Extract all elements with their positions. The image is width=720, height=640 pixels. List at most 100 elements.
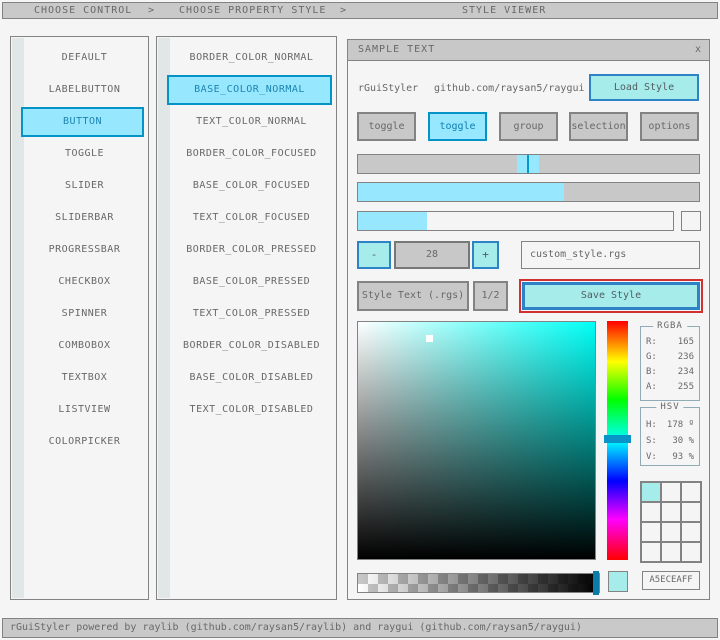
properties-list-scrollbar[interactable] <box>158 38 170 598</box>
color-grid-cell[interactable] <box>642 523 660 541</box>
rgba-g-value: 236 <box>678 350 694 365</box>
hsv-h-value: 178 º <box>667 417 694 433</box>
list-item-border-color-normal[interactable]: BORDER_COLOR_NORMAL <box>170 42 333 74</box>
toggle-button-2-active[interactable]: toggle <box>428 112 487 141</box>
list-item-base-color-pressed[interactable]: BASE_COLOR_PRESSED <box>170 266 333 298</box>
rgba-r-label: R: <box>646 335 657 350</box>
list-item-default[interactable]: DEFAULT <box>24 42 145 74</box>
color-grid-cell-filled[interactable] <box>642 483 660 501</box>
breadcrumb-choose-property-style: CHOOSE PROPERTY STYLE <box>179 3 326 18</box>
color-grid-cell[interactable] <box>682 503 700 521</box>
chevron-right-icon: > <box>340 3 347 18</box>
spinner-minus-button[interactable]: - <box>357 241 391 269</box>
color-grid-cell[interactable] <box>662 523 680 541</box>
progressbar-fill <box>358 212 427 230</box>
list-item-progressbar[interactable]: PROGRESSBAR <box>24 234 145 266</box>
selected-color-swatch <box>608 571 628 592</box>
hsv-title: HSV <box>656 402 683 412</box>
rgba-r-value: 165 <box>678 335 694 350</box>
filename-input[interactable]: custom_style.rgs <box>521 241 700 269</box>
hex-color-input[interactable]: A5ECEAFF <box>642 571 700 590</box>
color-grid-cell[interactable] <box>642 543 660 561</box>
status-bar: rGuiStyler powered by raylib (github.com… <box>2 618 718 638</box>
list-item-text-color-normal[interactable]: TEXT_COLOR_NORMAL <box>170 106 333 138</box>
spinner-value[interactable]: 28 <box>394 241 470 269</box>
rgba-groupbox: RGBA R:165 G:236 B:234 A:255 <box>640 326 700 401</box>
toggle-button-1[interactable]: toggle <box>357 112 416 141</box>
list-item-text-color-pressed[interactable]: TEXT_COLOR_PRESSED <box>170 298 333 330</box>
chevron-right-icon: > <box>148 3 155 18</box>
breadcrumb: CHOOSE CONTROL > CHOOSE PROPERTY STYLE >… <box>2 2 718 19</box>
list-item-text-color-focused[interactable]: TEXT_COLOR_FOCUSED <box>170 202 333 234</box>
hsv-v-value: 93 % <box>672 449 694 465</box>
hsv-h-label: H: <box>646 417 657 433</box>
hsv-s-label: S: <box>646 433 657 449</box>
hue-bar-cursor[interactable] <box>604 435 631 443</box>
list-item-spinner[interactable]: SPINNER <box>24 298 145 330</box>
rgba-g-label: G: <box>646 350 657 365</box>
color-grid-cell[interactable] <box>662 543 680 561</box>
controls-list: DEFAULT LABELBUTTON BUTTON TOGGLE SLIDER… <box>10 36 149 600</box>
list-item-border-color-focused[interactable]: BORDER_COLOR_FOCUSED <box>170 138 333 170</box>
window-titlebar[interactable]: SAMPLE TEXT x <box>348 40 709 61</box>
properties-list: BORDER_COLOR_NORMAL BASE_COLOR_NORMAL TE… <box>156 36 337 600</box>
save-style-button[interactable]: Save Style <box>522 282 700 310</box>
toggle-button-options[interactable]: options <box>640 112 699 141</box>
list-item-button-selected[interactable]: BUTTON <box>21 107 144 137</box>
color-picker-cursor[interactable] <box>426 335 433 342</box>
rgba-title: RGBA <box>653 321 687 331</box>
style-text-button[interactable]: Style Text (.rgs) <box>357 281 469 311</box>
list-item-border-color-disabled[interactable]: BORDER_COLOR_DISABLED <box>170 330 333 362</box>
list-item-listview[interactable]: LISTVIEW <box>24 394 145 426</box>
rgba-b-label: B: <box>646 365 657 380</box>
saved-colors-grid <box>640 481 702 563</box>
color-grid-cell[interactable] <box>682 523 700 541</box>
list-item-border-color-pressed[interactable]: BORDER_COLOR_PRESSED <box>170 234 333 266</box>
sample-progressbar <box>357 211 674 231</box>
alpha-bar-cursor[interactable] <box>593 571 599 595</box>
list-item-combobox[interactable]: COMBOBOX <box>24 330 145 362</box>
sample-slider[interactable] <box>357 154 700 174</box>
list-item-sliderbar[interactable]: SLIDERBAR <box>24 202 145 234</box>
app-name-label: rGuiStyler <box>358 83 418 94</box>
list-item-base-color-focused[interactable]: BASE_COLOR_FOCUSED <box>170 170 333 202</box>
hue-bar[interactable] <box>607 321 628 560</box>
list-item-colorpicker[interactable]: COLORPICKER <box>24 426 145 458</box>
list-item-textbox[interactable]: TEXTBOX <box>24 362 145 394</box>
hsv-groupbox: HSV H:178 º S:30 % V:93 % <box>640 407 700 466</box>
rgba-a-value: 255 <box>678 380 694 395</box>
save-style-focus-outline: Save Style <box>519 279 703 313</box>
color-grid-cell[interactable] <box>682 483 700 501</box>
color-grid-cell[interactable] <box>662 483 680 501</box>
sliderbar-fill <box>358 183 564 201</box>
toggle-button-group[interactable]: group <box>499 112 558 141</box>
list-item-text-color-disabled[interactable]: TEXT_COLOR_DISABLED <box>170 394 333 426</box>
close-icon[interactable]: x <box>695 40 702 60</box>
color-grid-cell[interactable] <box>662 503 680 521</box>
sample-window: SAMPLE TEXT x rGuiStyler github.com/rays… <box>347 39 710 600</box>
color-grid-cell[interactable] <box>642 503 660 521</box>
hsv-s-value: 30 % <box>672 433 694 449</box>
list-item-base-color-disabled[interactable]: BASE_COLOR_DISABLED <box>170 362 333 394</box>
window-title: SAMPLE TEXT <box>358 44 435 55</box>
list-item-checkbox[interactable]: CHECKBOX <box>24 266 145 298</box>
color-grid-cell[interactable] <box>682 543 700 561</box>
hsv-v-label: V: <box>646 449 657 465</box>
breadcrumb-style-viewer: STYLE VIEWER <box>462 3 546 18</box>
sample-sliderbar[interactable] <box>357 182 700 202</box>
page-indicator-button[interactable]: 1/2 <box>473 281 508 311</box>
toggle-button-selection[interactable]: selection <box>569 112 628 141</box>
slider-knob[interactable] <box>517 155 539 173</box>
list-item-toggle[interactable]: TOGGLE <box>24 138 145 170</box>
repo-link[interactable]: github.com/raysan5/raygui <box>434 83 585 94</box>
list-item-base-color-normal-selected[interactable]: BASE_COLOR_NORMAL <box>167 75 332 105</box>
sample-checkbox[interactable] <box>681 211 701 231</box>
alpha-bar[interactable] <box>357 573 600 593</box>
load-style-button[interactable]: Load Style <box>589 74 699 101</box>
color-picker-area[interactable] <box>357 321 596 560</box>
breadcrumb-choose-control: CHOOSE CONTROL <box>34 3 132 18</box>
spinner-plus-button[interactable]: + <box>472 241 499 269</box>
rgba-a-label: A: <box>646 380 657 395</box>
list-item-labelbutton[interactable]: LABELBUTTON <box>24 74 145 106</box>
list-item-slider[interactable]: SLIDER <box>24 170 145 202</box>
